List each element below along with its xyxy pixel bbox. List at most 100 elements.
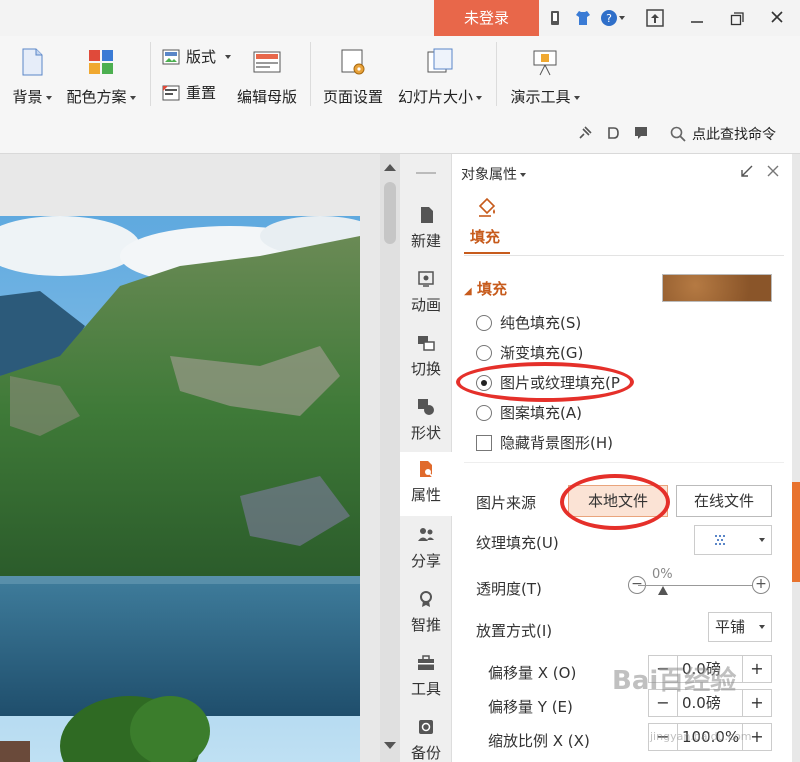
radio-gradient-fill[interactable] bbox=[476, 344, 492, 361]
layout-icon bbox=[162, 49, 180, 64]
page-setup-button[interactable]: 页面设置 bbox=[320, 48, 386, 107]
vertical-scrollbar[interactable] bbox=[380, 154, 400, 762]
ribbon-quick-tools bbox=[578, 126, 650, 140]
slide-size-button[interactable]: 幻灯片大小 bbox=[394, 48, 486, 107]
transparency-label: 透明度(T) bbox=[476, 580, 542, 598]
rail-item-transition[interactable]: 切换 bbox=[400, 332, 452, 388]
radio-solid-fill[interactable] bbox=[476, 314, 492, 331]
option-solid-fill[interactable]: 纯色填充(S) bbox=[476, 312, 581, 333]
panel-divider bbox=[464, 255, 784, 256]
background-icon bbox=[19, 48, 45, 76]
ribbon-separator bbox=[310, 42, 311, 106]
search-icon bbox=[670, 126, 686, 142]
ribbon-separator bbox=[496, 42, 497, 106]
image-source-label: 图片来源 bbox=[476, 494, 537, 512]
baidu-watermark-url: jingyan.baidu.com bbox=[650, 730, 752, 743]
svg-text:?: ? bbox=[606, 12, 612, 25]
baidu-watermark: Bai百经验 bbox=[612, 666, 737, 696]
search-command[interactable]: 点此查找命令 bbox=[670, 124, 776, 144]
comment-icon[interactable] bbox=[634, 126, 650, 140]
fill-texture-swatch[interactable] bbox=[662, 274, 772, 302]
minimize-button[interactable] bbox=[682, 4, 712, 32]
tab-underline bbox=[464, 252, 510, 254]
background-button[interactable]: 背景 bbox=[10, 48, 54, 107]
backup-icon bbox=[417, 718, 435, 736]
panel-title[interactable]: 对象属性 bbox=[461, 164, 526, 184]
annotation-circle-picture-fill bbox=[456, 362, 634, 402]
offset-y-label: 偏移量 Y (E) bbox=[488, 698, 573, 716]
pin-icon[interactable] bbox=[578, 126, 592, 140]
reset-icon bbox=[162, 85, 180, 100]
texture-fill-label: 纹理填充(U) bbox=[476, 534, 559, 552]
ribbon-toolbar: 背景 配色方案 版式 重置 编辑母版 页面设置 幻灯片大小 演示工具 点此查找命… bbox=[0, 36, 800, 154]
login-button[interactable]: 未登录 bbox=[434, 0, 539, 36]
share-icon bbox=[417, 526, 435, 544]
slide-image[interactable] bbox=[0, 216, 360, 762]
offset-x-increase[interactable]: + bbox=[743, 656, 771, 682]
title-bar: 未登录 ? bbox=[0, 0, 800, 36]
upload-icon[interactable] bbox=[646, 9, 664, 27]
rail-item-share[interactable]: 分享 bbox=[400, 524, 452, 580]
collapse-triangle-icon: ◢ bbox=[464, 286, 472, 297]
section-divider bbox=[464, 462, 784, 463]
pin-panel-icon[interactable] bbox=[740, 164, 754, 182]
task-rail: 新建 动画 切换 形状 属性 分享 智推 工具 备份 bbox=[400, 154, 452, 762]
transition-icon bbox=[417, 334, 435, 352]
scroll-down-icon[interactable] bbox=[384, 742, 396, 749]
placement-label: 放置方式(I) bbox=[476, 622, 553, 640]
present-tools-icon bbox=[532, 48, 558, 76]
slide-size-icon bbox=[427, 48, 453, 76]
rail-item-property[interactable]: 属性 bbox=[400, 452, 452, 516]
transparency-increase-button[interactable]: + bbox=[752, 576, 770, 594]
rail-handle bbox=[416, 172, 436, 174]
panel-edge bbox=[792, 154, 800, 762]
tab-fill[interactable]: 填充 bbox=[470, 226, 500, 247]
transparency-slider[interactable] bbox=[638, 585, 758, 586]
close-window-button[interactable] bbox=[762, 4, 792, 32]
rail-item-toolbox[interactable]: 工具 bbox=[400, 652, 452, 708]
annotation-circle-local-file bbox=[560, 474, 670, 530]
option-pattern-fill[interactable]: 图案填充(A) bbox=[476, 402, 582, 423]
toolbox-icon bbox=[417, 654, 435, 672]
checkbox-hide-background[interactable] bbox=[476, 434, 492, 451]
fill-bucket-icon[interactable] bbox=[476, 196, 498, 222]
phone-icon[interactable] bbox=[546, 9, 564, 27]
texture-fill-dropdown[interactable] bbox=[694, 525, 772, 555]
rail-item-recommend[interactable]: 智推 bbox=[400, 588, 452, 644]
shirt-icon[interactable] bbox=[574, 9, 592, 27]
scroll-up-icon[interactable] bbox=[384, 164, 396, 171]
rail-item-new[interactable]: 新建 bbox=[400, 204, 452, 260]
edit-master-icon bbox=[253, 48, 281, 76]
help-icon[interactable]: ? bbox=[600, 9, 626, 27]
online-file-button[interactable]: 在线文件 bbox=[676, 485, 772, 517]
fill-section-title[interactable]: ◢ 填充 bbox=[464, 278, 507, 299]
placement-dropdown[interactable]: 平铺 bbox=[708, 612, 772, 642]
recommend-icon bbox=[417, 590, 435, 608]
option-hide-background[interactable]: 隐藏背景图形(H) bbox=[476, 432, 613, 453]
layout-button[interactable]: 版式 bbox=[162, 46, 232, 67]
rail-item-backup[interactable]: 备份 bbox=[400, 716, 452, 762]
rail-item-animation[interactable]: 动画 bbox=[400, 268, 452, 324]
property-icon bbox=[417, 460, 435, 478]
shape-icon bbox=[417, 398, 435, 416]
close-panel-icon[interactable] bbox=[766, 164, 780, 182]
radio-pattern-fill[interactable] bbox=[476, 404, 492, 421]
page-setup-icon bbox=[340, 48, 366, 76]
scale-x-label: 缩放比例 X (X) bbox=[488, 732, 590, 750]
color-scheme-button[interactable]: 配色方案 bbox=[62, 48, 140, 107]
rail-item-shape[interactable]: 形状 bbox=[400, 396, 452, 452]
restore-button[interactable] bbox=[722, 4, 752, 32]
panel-collapse-tab[interactable] bbox=[792, 482, 800, 582]
new-page-icon bbox=[417, 206, 435, 224]
scroll-thumb[interactable] bbox=[384, 182, 396, 244]
transparency-value: 0% bbox=[652, 567, 673, 582]
present-tools-button[interactable]: 演示工具 bbox=[506, 48, 584, 107]
toggle-icon[interactable] bbox=[606, 126, 620, 140]
offset-x-label: 偏移量 X (O) bbox=[488, 664, 577, 682]
edit-master-button[interactable]: 编辑母版 bbox=[234, 48, 300, 107]
reset-button[interactable]: 重置 bbox=[162, 82, 216, 103]
option-gradient-fill[interactable]: 渐变填充(G) bbox=[476, 342, 583, 363]
slider-thumb[interactable] bbox=[658, 586, 668, 595]
offset-y-increase[interactable]: + bbox=[743, 690, 771, 716]
animation-icon bbox=[417, 270, 435, 288]
